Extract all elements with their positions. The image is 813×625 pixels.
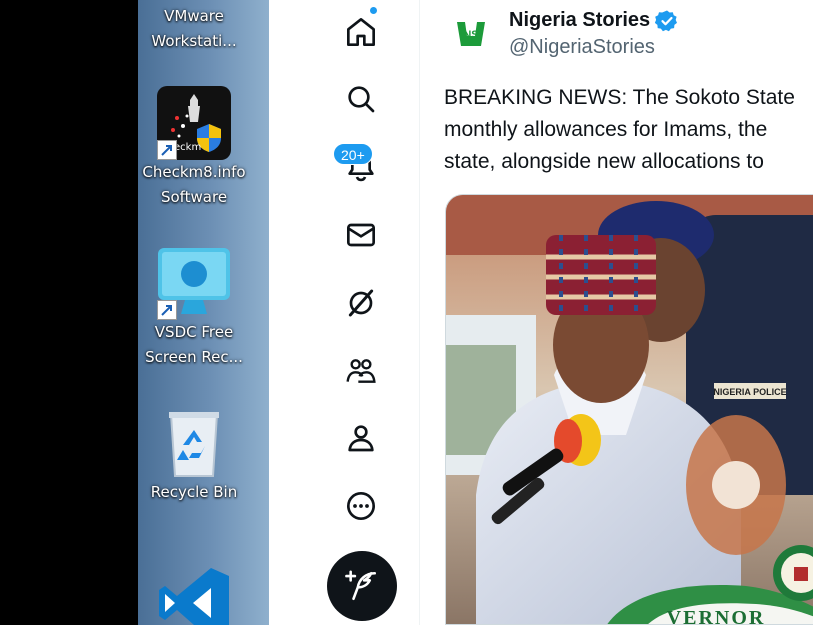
unread-dot (369, 6, 378, 15)
search-icon (348, 86, 375, 113)
tweet-photo[interactable]: NIGERIA POLICE VERNOR (445, 194, 813, 625)
more-icon (347, 492, 375, 520)
author-handle[interactable]: @NigeriaStories (509, 36, 655, 59)
nav-explore[interactable] (327, 65, 395, 133)
checkm8-icon: eckm (157, 86, 231, 160)
shortcut-arrow-icon (157, 300, 177, 320)
communities-icon (346, 359, 376, 383)
svg-text:VERNOR: VERNOR (667, 607, 766, 625)
shortcut-arrow-icon (157, 140, 177, 160)
photo-governor-speaking: NIGERIA POLICE VERNOR (446, 195, 813, 625)
verified-badge-icon (655, 10, 677, 32)
tweet-text-line: BREAKING NEWS: The Sokoto State (444, 86, 795, 109)
nav-home[interactable] (327, 0, 395, 66)
desktop-icon-label: VSDC Free Screen Rec... (145, 323, 243, 366)
svg-text:eckm: eckm (174, 142, 201, 153)
tweet-text-line: monthly allowances for Imams, the (444, 118, 768, 141)
primary-nav: 20+ (269, 0, 420, 625)
nav-more[interactable] (327, 472, 395, 540)
vsdc-icon (157, 246, 231, 320)
author-avatar[interactable]: NS (449, 12, 493, 56)
tweet-text: BREAKING NEWS: The Sokoto State monthly … (444, 82, 813, 178)
x-app-window: 20+ NS Nigeria Stories @NigeriaStories B… (269, 0, 813, 625)
mail-icon (347, 223, 375, 247)
nav-profile[interactable] (327, 404, 395, 472)
desktop-icon-label: Checkm8.info Software (142, 163, 246, 206)
black-margin (0, 0, 138, 625)
tweet-text-line: state, alongside new allocations to (444, 150, 764, 173)
desktop-icon-vmware[interactable]: VMware Workstati... (138, 4, 250, 54)
svg-text:NIGERIA POLICE: NIGERIA POLICE (713, 387, 786, 397)
post-button[interactable] (327, 551, 397, 621)
feather-plus-icon (345, 570, 377, 601)
nav-messages[interactable] (327, 201, 395, 269)
desktop-icon-recycle-bin[interactable]: Recycle Bin (138, 406, 250, 505)
recycle-bin-icon (157, 406, 231, 480)
person-icon (348, 425, 374, 452)
notifications-badge: 20+ (333, 143, 373, 165)
home-icon (347, 18, 375, 46)
windows-desktop: VMware Workstati... eckm Checkm8.info So… (138, 0, 269, 625)
nav-grok[interactable] (327, 269, 395, 337)
desktop-icon-checkm8[interactable]: eckm Checkm8.info Software (138, 86, 250, 210)
nigeria-stories-logo-icon: NS (457, 22, 485, 46)
desktop-icon-label: VMware Workstati... (151, 7, 237, 50)
desktop-icon-label: Recycle Bin (150, 483, 238, 501)
svg-text:NS: NS (463, 29, 478, 41)
vscode-icon (157, 566, 231, 625)
timeline: NS Nigeria Stories @NigeriaStories BREAK… (421, 0, 813, 625)
grok-icon (348, 289, 374, 317)
desktop-icon-vsdc[interactable]: VSDC Free Screen Rec... (138, 246, 250, 370)
author-name[interactable]: Nigeria Stories (509, 9, 650, 32)
desktop-icon-vscode[interactable] (138, 566, 250, 625)
nav-communities[interactable] (327, 337, 395, 405)
